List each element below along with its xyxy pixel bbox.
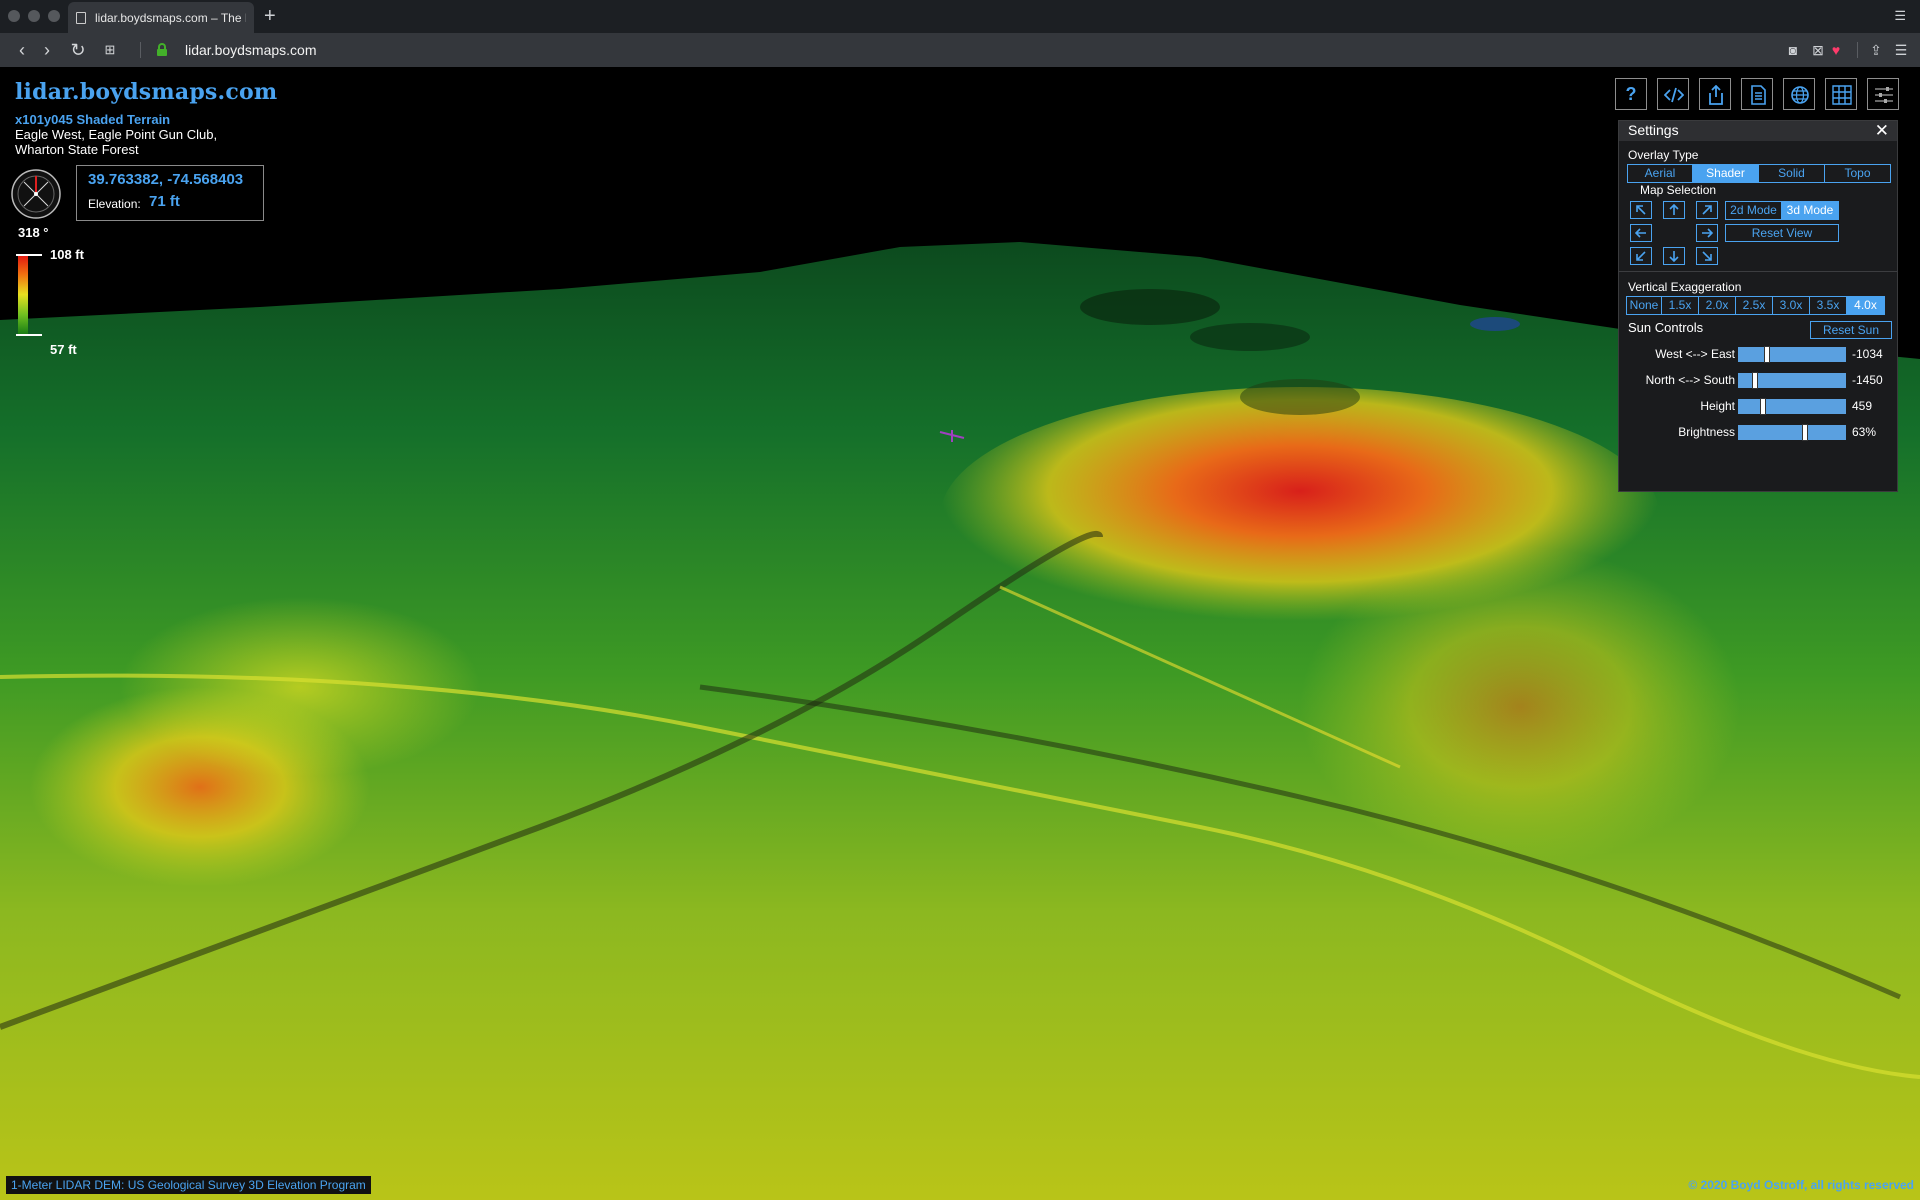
browser-tab-bar: lidar.boydsmaps.com – The N + ☰ xyxy=(0,0,1920,33)
slider-thumb[interactable] xyxy=(1752,372,1758,389)
slider-west-east-label: West <--> East xyxy=(1655,347,1735,361)
browser-tab-active[interactable]: lidar.boydsmaps.com – The N xyxy=(68,2,254,33)
elevation-label: Elevation: xyxy=(88,197,141,211)
overlay-aerial-button[interactable]: Aerial xyxy=(1628,165,1693,182)
overlay-type-label: Overlay Type xyxy=(1628,148,1699,162)
exaggeration-3-0x-button[interactable]: 3.0x xyxy=(1773,297,1810,314)
window-close-button[interactable] xyxy=(8,10,20,22)
back-icon[interactable]: ‹ xyxy=(10,33,34,67)
new-tab-button[interactable]: + xyxy=(264,4,276,28)
location-line-1: Eagle West, Eagle Point Gun Club, xyxy=(15,127,218,142)
overlay-topo-button[interactable]: Topo xyxy=(1825,165,1890,182)
data-attribution[interactable]: 1-Meter LIDAR DEM: US Geological Survey … xyxy=(6,1176,371,1194)
move-northeast-button[interactable] xyxy=(1696,201,1718,219)
exaggeration-3-5x-button[interactable]: 3.5x xyxy=(1810,297,1847,314)
exaggeration-2-0x-button[interactable]: 2.0x xyxy=(1699,297,1736,314)
page-favicon-icon xyxy=(76,11,86,24)
coordinates-readout: 39.763382, -74.568403 xyxy=(88,171,244,188)
close-icon[interactable]: ✕ xyxy=(1875,121,1889,141)
settings-title: Settings xyxy=(1628,122,1679,138)
slider-height-label: Height xyxy=(1700,399,1735,413)
slider-brightness-value: 63% xyxy=(1852,425,1877,439)
camera-icon[interactable]: ◙ xyxy=(1783,33,1803,67)
easy-setup-icon[interactable]: ☰ xyxy=(1891,33,1911,67)
legend-max-tick xyxy=(16,254,42,256)
slider-north-south[interactable] xyxy=(1738,372,1846,389)
exaggeration-2-5x-button[interactable]: 2.5x xyxy=(1736,297,1773,314)
toolbar-separator xyxy=(1857,42,1858,58)
mode-2d-button[interactable]: 2d Mode xyxy=(1726,202,1782,219)
slider-height-value: 459 xyxy=(1852,399,1873,413)
heading-readout: 318 ° xyxy=(18,225,49,240)
document-icon[interactable] xyxy=(1741,78,1773,110)
lock-icon[interactable] xyxy=(157,43,167,56)
globe-icon[interactable] xyxy=(1783,78,1815,110)
legend-min-tick xyxy=(16,334,42,336)
mode-3d-button[interactable]: 3d Mode xyxy=(1782,202,1838,219)
slider-west-east-value: -1034 xyxy=(1852,347,1883,361)
move-north-button[interactable] xyxy=(1663,201,1685,219)
slider-north-south-label: North <--> South xyxy=(1645,373,1735,387)
map-selection-label: Map Selection xyxy=(1640,183,1717,197)
overlay-shader-button[interactable]: Shader xyxy=(1693,165,1759,182)
embed-code-icon[interactable] xyxy=(1657,78,1689,110)
tab-title: lidar.boydsmaps.com – The N xyxy=(95,10,246,25)
window-minimize-button[interactable] xyxy=(28,10,40,22)
move-east-button[interactable] xyxy=(1696,224,1718,242)
move-southwest-button[interactable] xyxy=(1630,247,1652,265)
toolbar-separator xyxy=(140,42,141,58)
reload-icon[interactable]: ↻ xyxy=(66,33,90,67)
settings-panel: Settings ✕ Overlay Type Aerial Shader So… xyxy=(1618,120,1898,492)
exaggeration-1-5x-button[interactable]: 1.5x xyxy=(1662,297,1699,314)
share-icon[interactable] xyxy=(1699,78,1731,110)
exaggeration-none-button[interactable]: None xyxy=(1627,297,1662,314)
legend-max-label: 108 ft xyxy=(50,247,84,262)
copyright-notice: © 2020 Boyd Ostroff, all rights reserved xyxy=(1688,1178,1914,1192)
move-northwest-button[interactable] xyxy=(1630,201,1652,219)
slider-thumb[interactable] xyxy=(1760,398,1766,415)
slider-brightness-label: Brightness xyxy=(1678,425,1735,439)
slider-thumb[interactable] xyxy=(1802,424,1808,441)
share-page-icon[interactable]: ⇪ xyxy=(1866,33,1886,67)
speed-dial-icon[interactable]: ⊞ xyxy=(98,33,122,67)
compass-icon[interactable] xyxy=(10,168,62,220)
vertical-exaggeration-label: Vertical Exaggeration xyxy=(1628,280,1742,294)
view-mode-selector: 2d Mode 3d Mode xyxy=(1725,201,1839,220)
reset-sun-button[interactable]: Reset Sun xyxy=(1810,321,1892,339)
slider-west-east[interactable] xyxy=(1738,346,1846,363)
coordinate-box: 39.763382, -74.568403 Elevation: 71 ft xyxy=(76,165,264,221)
settings-header[interactable]: Settings ✕ xyxy=(1619,121,1897,141)
slider-thumb[interactable] xyxy=(1764,346,1770,363)
tab-list-icon[interactable]: ☰ xyxy=(1894,8,1906,24)
site-title[interactable]: lidar.boydsmaps.com xyxy=(15,79,277,105)
elevation-legend-bar xyxy=(18,254,28,335)
slider-brightness[interactable] xyxy=(1738,424,1846,441)
sun-controls-label: Sun Controls xyxy=(1628,320,1704,335)
url-field[interactable]: lidar.boydsmaps.com xyxy=(185,33,317,67)
block-icon[interactable]: ⊠ xyxy=(1808,33,1828,67)
slider-height[interactable] xyxy=(1738,398,1846,415)
location-line-2: Wharton State Forest xyxy=(15,142,139,157)
exaggeration-4-0x-button[interactable]: 4.0x xyxy=(1847,297,1884,314)
browser-address-bar: ‹ › ↻ ⊞ lidar.boydsmaps.com ◙ ⊠ ♥ ⇪ ☰ xyxy=(0,33,1920,67)
map-viewport[interactable]: lidar.boydsmaps.com x101y045 Shaded Terr… xyxy=(0,67,1920,1200)
overlay-solid-button[interactable]: Solid xyxy=(1759,165,1825,182)
reset-view-button[interactable]: Reset View xyxy=(1725,224,1839,242)
move-south-button[interactable] xyxy=(1663,247,1685,265)
vertical-exaggeration-selector: None 1.5x 2.0x 2.5x 3.0x 3.5x 4.0x xyxy=(1626,296,1885,315)
settings-sliders-icon[interactable] xyxy=(1867,78,1899,110)
move-southeast-button[interactable] xyxy=(1696,247,1718,265)
tile-name: x101y045 Shaded Terrain xyxy=(15,112,171,127)
grid-icon[interactable] xyxy=(1825,78,1857,110)
elevation-value: 71 ft xyxy=(149,193,180,210)
legend-min-label: 57 ft xyxy=(50,342,77,357)
forward-icon[interactable]: › xyxy=(35,33,59,67)
overlay-type-selector: Aerial Shader Solid Topo xyxy=(1627,164,1891,183)
window-zoom-button[interactable] xyxy=(48,10,60,22)
help-icon[interactable]: ? xyxy=(1615,78,1647,110)
move-west-button[interactable] xyxy=(1630,224,1652,242)
slider-north-south-value: -1450 xyxy=(1852,373,1883,387)
panel-divider xyxy=(1619,271,1897,272)
heart-icon[interactable]: ♥ xyxy=(1826,33,1846,67)
